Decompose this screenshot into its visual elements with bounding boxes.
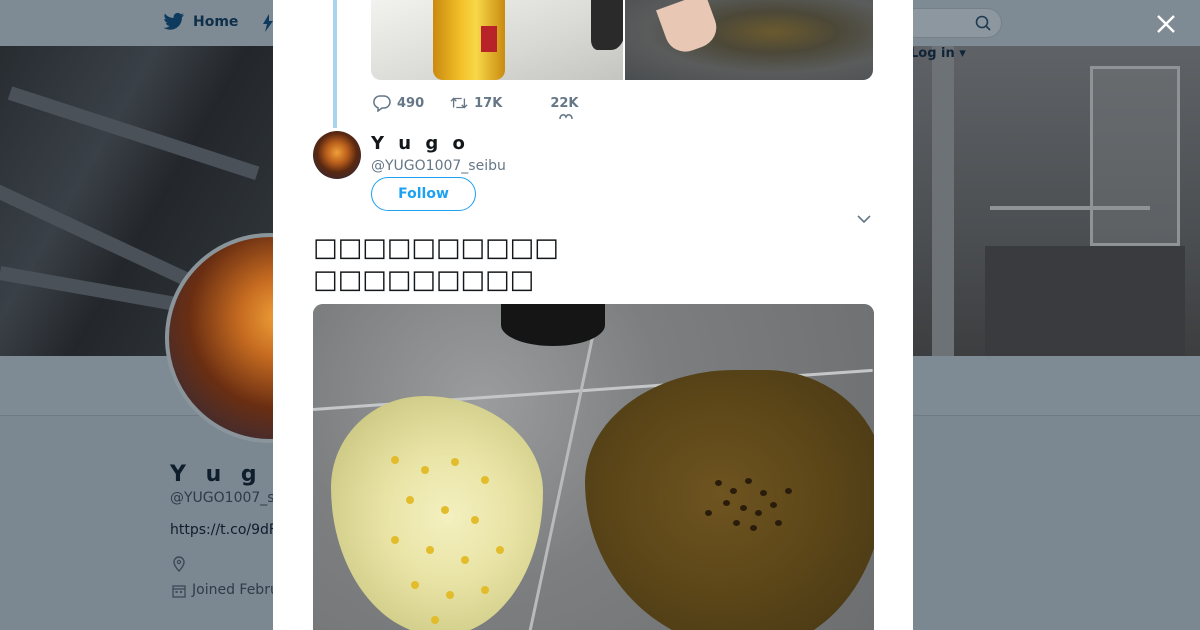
follow-button[interactable]: Follow xyxy=(371,177,476,211)
tweet-photo[interactable] xyxy=(313,304,874,630)
tweet-text-line: □□□□□□□□□□ xyxy=(313,233,559,263)
tweet-author-avatar[interactable] xyxy=(313,131,361,179)
profile-joined-date: Joined Febru xyxy=(192,582,279,598)
retweet-count: 17K xyxy=(474,95,503,111)
retweet-button[interactable]: 17K xyxy=(450,94,502,112)
heart-icon xyxy=(559,114,573,120)
tweet-text-line: □□□□□□□□□ xyxy=(313,265,535,295)
twitter-bird-icon xyxy=(163,12,185,30)
previous-tweet-photo-1[interactable] xyxy=(371,0,623,80)
location-pin-icon xyxy=(173,556,185,572)
profile-bio-link[interactable]: https://t.co/9dF xyxy=(170,522,277,538)
calendar-icon xyxy=(172,585,186,598)
reply-count: 490 xyxy=(397,95,425,111)
home-nav-label: Home xyxy=(193,14,239,30)
like-count: 22K xyxy=(550,95,579,111)
tweet-text: □□□□□□□□□□ □□□□□□□□□ xyxy=(313,232,559,296)
search-box[interactable] xyxy=(900,8,1002,38)
thread-connector-line xyxy=(333,0,337,128)
like-button[interactable]: 22K xyxy=(550,94,578,112)
login-link[interactable]: Log in ▾ xyxy=(910,46,966,61)
profile-handle[interactable]: @YUGO1007_s xyxy=(170,490,275,506)
chevron-down-icon[interactable] xyxy=(857,214,871,224)
reply-button[interactable]: 490 xyxy=(373,94,424,112)
home-nav-link[interactable]: Home xyxy=(163,12,238,32)
retweet-icon xyxy=(450,97,468,109)
tweet-author-name[interactable]: Y u g o xyxy=(371,133,469,154)
tweet-author-handle[interactable]: @YUGO1007_seibu xyxy=(371,158,506,174)
close-icon[interactable] xyxy=(1150,8,1182,40)
previous-tweet-actions: 490 17K 22K xyxy=(373,94,604,112)
search-icon xyxy=(975,15,991,31)
previous-tweet-photo-2[interactable] xyxy=(625,0,873,80)
tweet-modal: 490 17K 22K Y u g o @YUGO1007_seibu Foll… xyxy=(273,0,913,630)
reply-icon xyxy=(373,95,391,112)
